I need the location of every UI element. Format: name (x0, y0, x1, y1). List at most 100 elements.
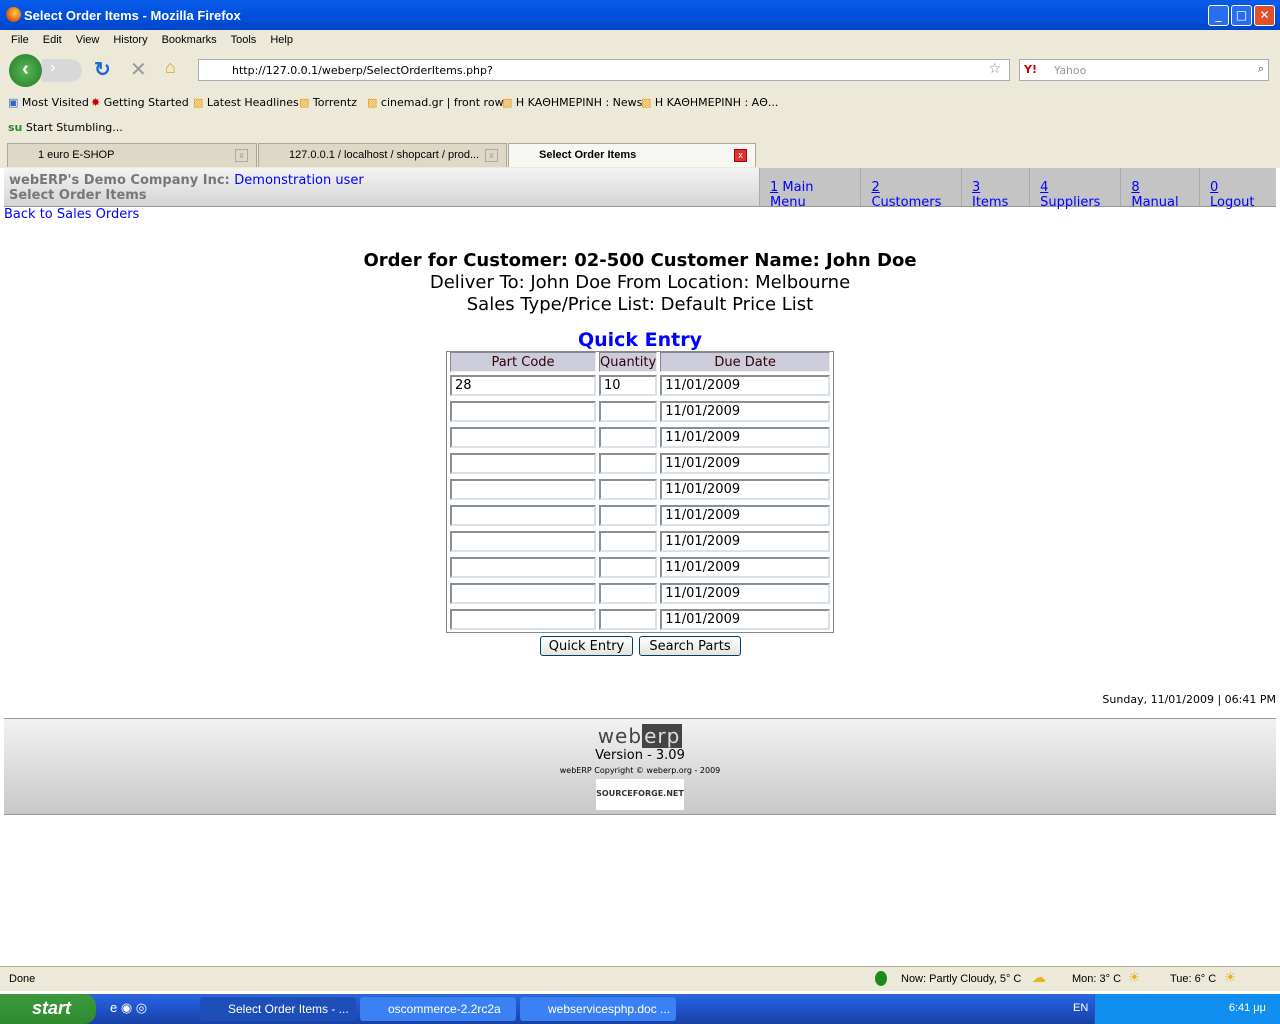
quantity-input[interactable] (599, 400, 658, 422)
rss-icon: ▧ (299, 96, 310, 109)
menu-history[interactable]: History (113, 34, 147, 46)
tab-close-icon[interactable]: x (485, 149, 498, 162)
quantity-input[interactable] (599, 504, 658, 526)
firefox-icon (6, 7, 21, 22)
menu-tools[interactable]: Tools (231, 34, 257, 46)
minimize-button[interactable]: _ (1208, 5, 1229, 26)
part-code-input[interactable] (450, 556, 596, 578)
tab-close-icon[interactable]: x (235, 149, 248, 162)
entry-cell (599, 372, 658, 398)
entry-cell (599, 424, 658, 450)
nav-manual[interactable]: 8 Manual (1120, 168, 1199, 210)
partly-sunny-icon: ☀ (1128, 969, 1141, 985)
quantity-input[interactable] (599, 374, 658, 396)
reload-icon[interactable]: ↻ (94, 57, 111, 82)
user-link[interactable]: Demonstration user (234, 173, 363, 188)
menu-bookmarks[interactable]: Bookmarks (162, 34, 217, 46)
part-code-input[interactable] (450, 582, 596, 604)
taskbar-item-firefox[interactable]: Select Order Items - ... (200, 997, 356, 1021)
url-bar[interactable]: http://127.0.0.1/weberp/SelectOrderItems… (198, 59, 1010, 81)
part-code-input[interactable] (450, 608, 596, 630)
quantity-input[interactable] (599, 608, 658, 630)
bookmark-cinemad[interactable]: ▧ cinemad.gr | front row (367, 96, 504, 109)
taskbar-item-oscommerce[interactable]: oscommerce-2.2rc2a (360, 997, 516, 1021)
quantity-input[interactable] (599, 530, 658, 552)
nav-main-menu[interactable]: 1 Main Menu (759, 168, 860, 210)
due-date-input[interactable] (660, 400, 830, 422)
entry-cell (660, 580, 830, 606)
search-icon[interactable]: ⌕ (1258, 62, 1264, 76)
bookmark-kathimerini-news[interactable]: ▧ H KAΘHMEPINH : News (502, 96, 642, 109)
entry-cell (450, 398, 596, 424)
nav-logout[interactable]: 0 Logout (1199, 168, 1276, 210)
bookmark-most-visited[interactable]: ▣ Most Visited (8, 96, 89, 109)
status-bar: Done Now: Partly Cloudy, 5° C ☁ Mon: 3° … (0, 966, 1280, 991)
back-to-sales-orders-link[interactable]: Back to Sales Orders (4, 207, 139, 222)
part-code-input[interactable] (450, 478, 596, 500)
due-date-input[interactable] (660, 426, 830, 448)
part-code-input[interactable] (450, 426, 596, 448)
system-tray: 6:41 μμ (1094, 994, 1280, 1024)
maximize-button[interactable]: □ (1231, 5, 1252, 26)
part-code-input[interactable] (450, 400, 596, 422)
close-window-button[interactable]: ✕ (1254, 5, 1275, 26)
tab-close-icon[interactable]: x (734, 149, 747, 162)
menu-file[interactable]: File (11, 34, 29, 46)
part-code-input[interactable] (450, 452, 596, 474)
quantity-input[interactable] (599, 452, 658, 474)
part-code-input[interactable] (450, 530, 596, 552)
tab-select-order-items[interactable]: Select Order Items x (508, 143, 756, 167)
star-icon[interactable]: ☆ (988, 61, 1001, 77)
bookmark-latest-headlines[interactable]: ▧ Latest Headlines (193, 96, 299, 109)
quantity-input[interactable] (599, 478, 658, 500)
menu-help[interactable]: Help (270, 34, 293, 46)
quantity-input[interactable] (599, 556, 658, 578)
entry-cell (450, 580, 596, 606)
due-date-input[interactable] (660, 452, 830, 474)
tab-eshop[interactable]: 1 euro E-SHOP x (7, 143, 257, 167)
language-indicator[interactable]: EN (1073, 1002, 1088, 1014)
menu-view[interactable]: View (76, 34, 100, 46)
bookmark-getting-started[interactable]: ✸ Getting Started (91, 96, 189, 109)
bookmark-torrentz[interactable]: ▧ Torrentz (299, 96, 357, 109)
due-date-input[interactable] (660, 556, 830, 578)
due-date-input[interactable] (660, 582, 830, 604)
nav-suppliers[interactable]: 4 Suppliers (1029, 168, 1120, 210)
stumble-button[interactable]: su Start Stumbling... (8, 121, 123, 134)
due-date-input[interactable] (660, 504, 830, 526)
tab-phpmyadmin[interactable]: 127.0.0.1 / localhost / shopcart / prod.… (258, 143, 507, 167)
sourceforge-badge[interactable]: SOURCEFORGE.NET (596, 779, 684, 810)
search-input[interactable]: Yahoo Y! ⌕ (1019, 59, 1269, 81)
col-quantity: Quantity (599, 352, 658, 372)
back-button[interactable]: ‹ (9, 54, 42, 87)
start-button[interactable]: start (0, 994, 96, 1024)
home-icon[interactable]: ⌂ (165, 57, 176, 78)
weather-mon: Mon: 3° C (1072, 973, 1122, 985)
quick-entry-button[interactable]: Quick Entry (540, 636, 633, 656)
part-code-input[interactable] (450, 374, 596, 396)
nav-customers[interactable]: 2 Customers (860, 168, 961, 210)
due-date-input[interactable] (660, 530, 830, 552)
window-title: Select Order Items - Mozilla Firefox (24, 8, 241, 23)
quantity-input[interactable] (599, 582, 658, 604)
order-deliver-line: Deliver To: John Doe From Location: Melb… (429, 272, 851, 293)
stop-icon[interactable]: ✕ (130, 57, 147, 82)
due-date-input[interactable] (660, 478, 830, 500)
stumbleupon-icon: su (8, 121, 23, 134)
part-code-input[interactable] (450, 504, 596, 526)
quicklaunch-icons[interactable]: e ◉ ◎ (110, 1000, 147, 1016)
due-date-input[interactable] (660, 374, 830, 396)
weberp-header: webERP's Demo Company Inc: Demonstration… (4, 168, 1276, 210)
forward-button[interactable]: › (42, 59, 82, 82)
due-date-input[interactable] (660, 608, 830, 630)
menu-edit[interactable]: Edit (43, 34, 62, 46)
quantity-input[interactable] (599, 426, 658, 448)
footer: web erp Version - 3.09 webERP Copyright ©… (4, 718, 1276, 815)
bookmark-kathimerini-2[interactable]: ▧ H KAΘHMEPINH : AΘ... (641, 96, 778, 109)
nav-items[interactable]: 3 Items (960, 168, 1029, 210)
entry-cell (660, 450, 830, 476)
status-text: Done (9, 973, 36, 985)
menubar: File Edit View History Bookmarks Tools Help (11, 34, 307, 46)
search-parts-button[interactable]: Search Parts (639, 636, 741, 656)
taskbar-item-word[interactable]: webservicesphp.doc ... (520, 997, 676, 1021)
